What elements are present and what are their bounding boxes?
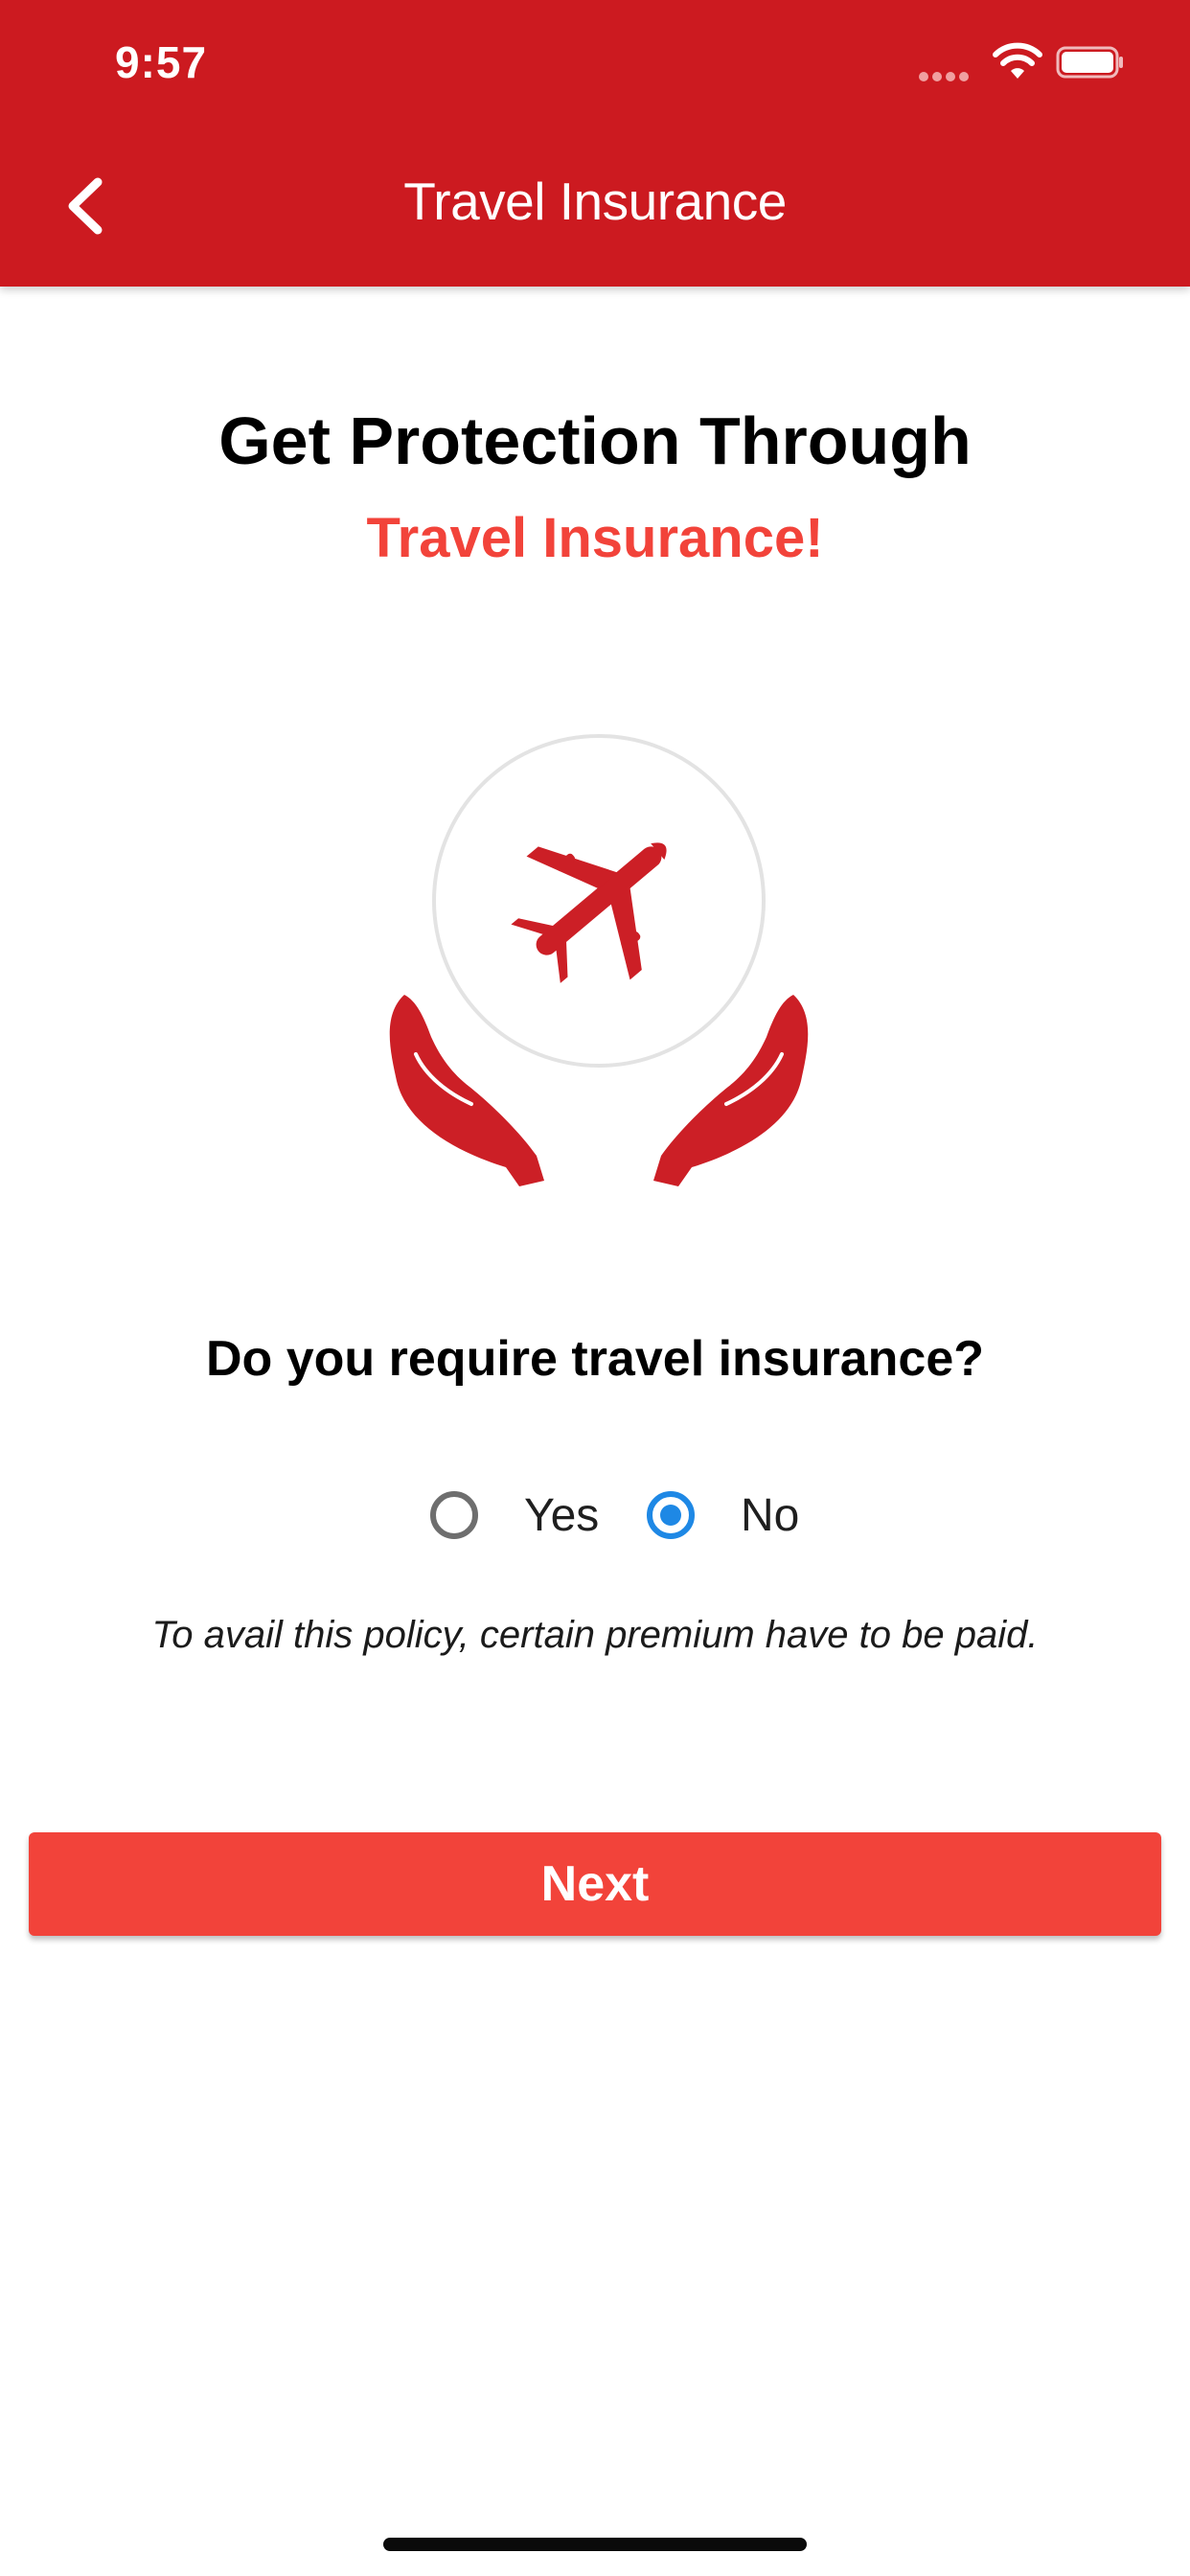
next-button[interactable]: Next (29, 1832, 1161, 1936)
wifi-icon (993, 42, 1042, 79)
headline: Get Protection Through (218, 403, 972, 478)
insurance-radio-group: Yes No (0, 1482, 1190, 1549)
premium-note: To avail this policy, certain premium ha… (151, 1614, 1039, 1656)
signal-dots-icon (919, 72, 969, 81)
subheadline: Travel Insurance! (366, 507, 824, 569)
page-title: Travel Insurance (403, 172, 787, 231)
radio-option-no[interactable]: No (647, 1482, 799, 1549)
battery-icon (1056, 46, 1123, 79)
app-header: 9:57 Travel Insurance (0, 0, 1190, 287)
status-time: 9:57 (115, 37, 208, 87)
radio-no-button[interactable] (647, 1491, 695, 1539)
radio-yes-button[interactable] (430, 1491, 478, 1539)
hands-holding-plane-icon (389, 734, 809, 1186)
radio-option-yes[interactable]: Yes (430, 1482, 599, 1549)
insurance-question: Do you require travel insurance? (205, 1331, 985, 1387)
home-indicator (383, 2538, 807, 2551)
radio-no-label: No (741, 1489, 800, 1541)
radio-yes-label: Yes (524, 1489, 600, 1541)
